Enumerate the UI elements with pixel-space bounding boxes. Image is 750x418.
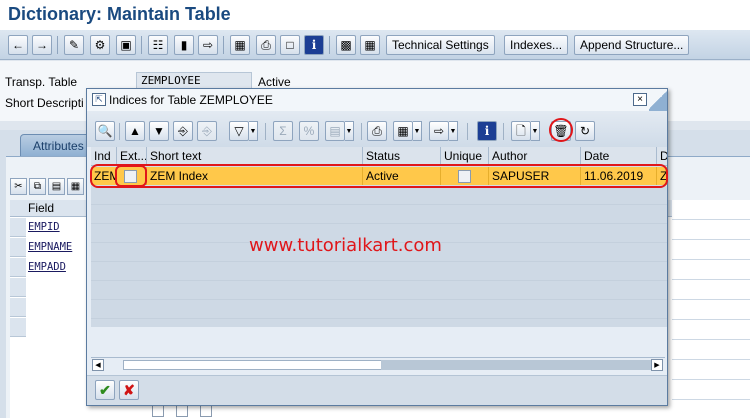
window-title: Dictionary: Maintain Table — [8, 4, 231, 24]
dialog-corner-decoration — [649, 89, 667, 111]
export-dropdown-icon[interactable]: ▼ — [413, 121, 422, 141]
cancel-button[interactable]: ✘ — [119, 380, 139, 400]
toolbar-separator — [57, 36, 58, 54]
short-description-label: Short Descripti — [5, 96, 84, 110]
sort-ascending-icon[interactable]: ▲ — [125, 121, 145, 141]
row-selector[interactable] — [10, 238, 26, 257]
spreadsheet-dropdown-icon[interactable]: ▼ — [449, 121, 458, 141]
append-structure-button[interactable]: Append Structure... — [574, 35, 690, 55]
export-spreadsheet-icon[interactable]: ⇨ — [429, 121, 449, 141]
ext-cell-highlight-annotation — [115, 165, 147, 187]
row-selector[interactable] — [10, 218, 26, 237]
field-table-grid — [672, 200, 750, 418]
transp-table-label: Transp. Table — [5, 75, 78, 89]
object-list-icon[interactable]: ▮ — [174, 35, 194, 55]
filter-dropdown-icon[interactable]: ▼ — [249, 121, 258, 141]
cut-icon[interactable]: ✂ — [10, 178, 27, 195]
info-icon[interactable]: i — [304, 35, 324, 55]
print-icon[interactable]: ⎙ — [367, 121, 387, 141]
sort-descending-icon[interactable]: ▼ — [149, 121, 169, 141]
title-bar: Dictionary: Maintain Table — [0, 0, 750, 30]
sum-icon[interactable]: Σ — [273, 121, 293, 141]
other-object-icon[interactable]: ✎ — [64, 35, 84, 55]
find-next-icon[interactable]: ⎆ — [197, 121, 217, 141]
info-icon[interactable]: i — [477, 121, 497, 141]
activate-icon[interactable]: ▣ — [116, 35, 136, 55]
display-change-icon[interactable]: ⚙ — [90, 35, 110, 55]
print-icon[interactable]: ⎙ — [256, 35, 276, 55]
scroll-right-icon[interactable]: ▶ — [651, 359, 663, 371]
dialog-window-icon: ⇱ — [92, 93, 106, 106]
create-dropdown-icon[interactable]: ▼ — [531, 121, 540, 141]
create-icon[interactable]: 🗋 — [511, 121, 531, 141]
grid-empty-area — [91, 186, 667, 327]
indices-dialog: ⇱ Indices for Table ZEMPLOYEE × 🔍 ▲ ▼ ⎆ … — [86, 88, 668, 406]
dialog-toolbar: 🔍 ▲ ▼ ⎆ ⎆ ▽ ▼ Σ % ▤ ▼ ⎙ ▦ ▼ ⇨ ▼ i 🗋 ▼ 🗑 … — [87, 111, 667, 147]
bottom-checkbox[interactable] — [200, 405, 212, 417]
table-icon[interactable]: ▦ — [360, 35, 380, 55]
toolbar-separator — [361, 123, 362, 140]
export-icon[interactable]: ▦ — [393, 121, 413, 141]
scrollbar-thumb[interactable] — [381, 360, 651, 370]
frame-icon[interactable]: □ — [280, 35, 300, 55]
forward-arrow-icon[interactable]: → — [32, 35, 52, 55]
bottom-checkbox[interactable] — [176, 405, 188, 417]
bottom-checkbox[interactable] — [152, 405, 164, 417]
filter-icon[interactable]: ▽ — [229, 121, 249, 141]
insert-row-icon[interactable]: ▦ — [67, 178, 84, 195]
row-selector[interactable] — [10, 258, 26, 277]
scroll-left-icon[interactable]: ◀ — [92, 359, 104, 371]
where-used-icon[interactable]: ☷ — [148, 35, 168, 55]
row-selector[interactable] — [10, 318, 26, 337]
back-arrow-icon[interactable]: ← — [8, 35, 28, 55]
watermark-text: www.tutorialkart.com — [249, 235, 442, 256]
copy-icon[interactable]: ⧉ — [29, 178, 46, 195]
close-icon[interactable]: × — [633, 93, 647, 106]
technical-settings-button[interactable]: Technical Settings — [386, 35, 495, 55]
toolbar-separator — [329, 36, 330, 54]
toolbar-separator — [467, 123, 468, 140]
find-icon[interactable]: ⎆ — [173, 121, 193, 141]
layout-icon[interactable]: ▩ — [336, 35, 356, 55]
continue-button[interactable]: ✔ — [95, 380, 115, 400]
layout-icon[interactable]: ▤ — [325, 121, 345, 141]
toolbar-separator — [265, 123, 266, 140]
dialog-title: Indices for Table ZEMPLOYEE — [109, 93, 273, 107]
refresh-icon[interactable]: ↻ — [575, 121, 595, 141]
layout-dropdown-icon[interactable]: ▼ — [345, 121, 354, 141]
toolbar-separator — [503, 123, 504, 140]
row-highlight-annotation — [90, 164, 668, 188]
horizontal-scrollbar[interactable]: ◀ ▶ — [91, 357, 665, 371]
row-selector[interactable] — [10, 278, 26, 297]
field-row-empname[interactable]: EMPNAME — [28, 238, 88, 257]
subtotal-icon[interactable]: % — [299, 121, 319, 141]
dialog-title-bar: ⇱ Indices for Table ZEMPLOYEE × — [87, 89, 667, 111]
application-toolbar: ← → ✎ ⚙ ▣ ☷ ▮ ⇨ ▦ ⎙ □ i ▩ ▦ Technical Se… — [0, 30, 750, 60]
field-row-empid[interactable]: EMPID — [28, 218, 88, 237]
field-row-empadd[interactable]: EMPADD — [28, 258, 88, 277]
toolbar-separator — [141, 36, 142, 54]
toolbar-separator — [119, 123, 120, 140]
navigate-icon[interactable]: ⇨ — [198, 35, 218, 55]
hierarchy-icon[interactable]: ▦ — [230, 35, 250, 55]
field-column-header: Field — [28, 201, 55, 215]
dialog-footer: ✔ ✘ — [87, 375, 667, 405]
paste-icon[interactable]: ▤ — [48, 178, 65, 195]
indexes-button[interactable]: Indexes... — [504, 35, 569, 55]
details-icon[interactable]: 🔍 — [95, 121, 115, 141]
table-status: Active — [258, 75, 291, 89]
row-selector[interactable] — [10, 298, 26, 317]
toolbar-separator — [223, 36, 224, 54]
delete-highlight-annotation — [549, 118, 573, 142]
